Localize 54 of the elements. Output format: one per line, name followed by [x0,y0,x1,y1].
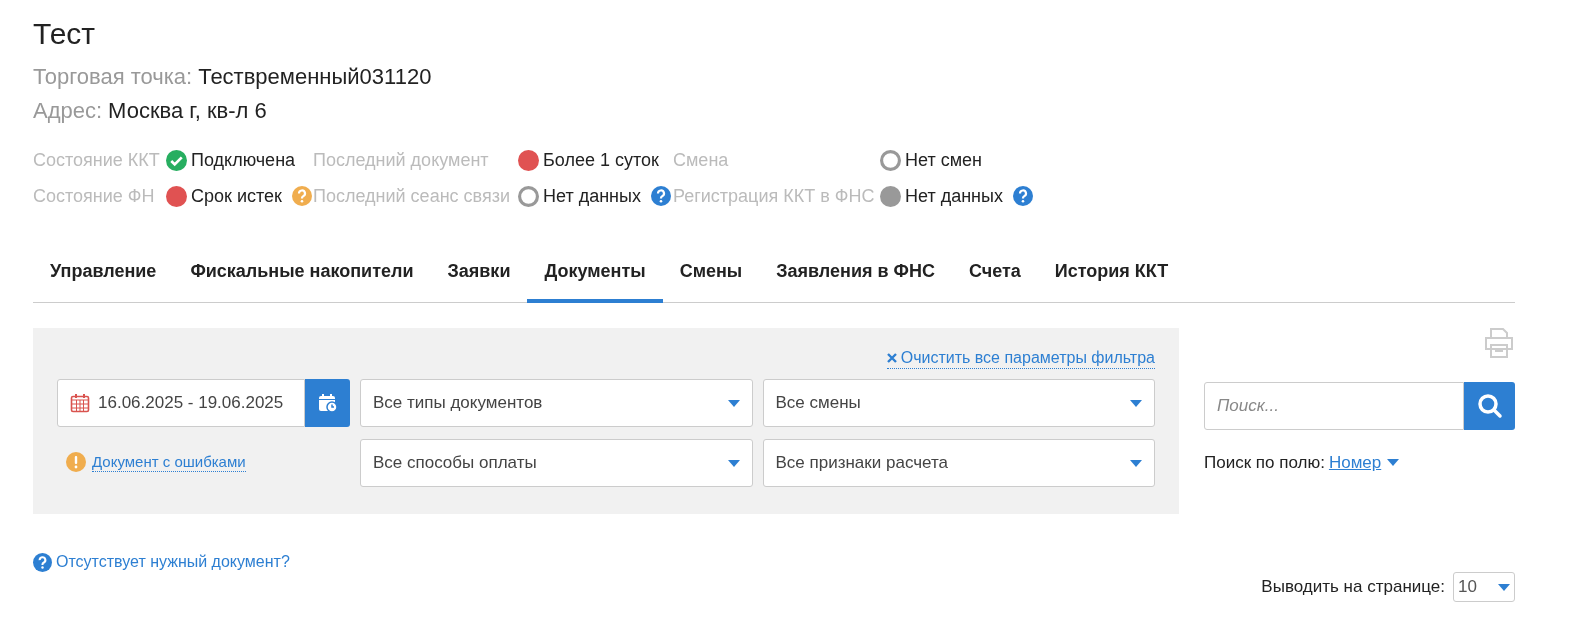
tab[interactable]: Управление [33,256,174,303]
filter-select[interactable]: Все способы оплаты [360,439,753,487]
page-size-select[interactable]: 10 [1453,572,1515,602]
caret-icon [1387,459,1400,467]
search-icon [1476,393,1503,419]
filter-select[interactable]: Все типы документов [360,379,753,427]
caret-icon [1130,459,1142,467]
missing-document-link[interactable]: Отсутствует нужный документ? [56,550,290,574]
search-field-label: Поиск по полю: [1204,452,1325,474]
info-label: Торговая точка: [33,63,193,91]
help-icon [33,552,52,572]
warning-icon [66,452,86,472]
status-label: Последний документ [313,149,489,172]
status-value: Нет данных [543,185,641,208]
filter-select[interactable]: Все смены [762,379,1155,427]
status-value: Более 1 суток [543,149,659,172]
search-field-dropdown[interactable]: Номер [1328,450,1400,476]
caret-icon [727,399,740,407]
status-label: Смена [673,149,729,172]
date-range-field[interactable]: 16.06.2025 - 19.06.2025 [57,379,305,427]
status-value: Подключена [191,149,296,172]
status-value: Нет данных [905,185,1003,208]
status-label: Последний сеанс связи [313,185,510,208]
tab[interactable]: Заявки [430,256,528,303]
page-title: Тест [33,16,96,52]
info-label: Адрес: [33,97,103,125]
tab[interactable]: Смены [662,256,760,303]
calendar-icon [70,393,90,413]
calendar-button[interactable] [305,379,350,427]
tab[interactable]: Заявления в ФНС [759,256,952,303]
tab[interactable]: Документы [527,256,663,303]
page-size-label: Выводить на странице: [1261,576,1445,599]
search-button[interactable] [1464,382,1515,430]
filter-select[interactable]: Все признаки расчета [762,439,1155,487]
caret-icon [1498,583,1510,591]
status-value: Нет смен [905,149,982,172]
status-label: Регистрация ККТ в ФНС [673,185,875,208]
status-label: Состояние ФН [33,185,155,208]
help-icon[interactable] [651,186,671,206]
clear-filter-link[interactable]: Очистить все параметры фильтра [886,348,1155,369]
status-label: Состояние ККТ [33,149,160,172]
calendar-clock-icon [317,393,338,413]
error-document-link[interactable]: Документ с ошибками [92,452,246,472]
caret-icon [727,459,740,467]
tab[interactable]: Счета [951,256,1038,303]
caret-icon [1130,399,1142,407]
tab[interactable]: Фискальные накопители [173,256,431,303]
info-value: Москва г, кв-л 6 [108,97,267,125]
close-icon [886,353,897,363]
info-value: Тествременный031120 [198,63,432,91]
help-icon[interactable] [1013,186,1033,206]
search-field[interactable]: Поиск... [1204,382,1464,430]
tab[interactable]: История ККТ [1037,256,1186,303]
status-value: Срок истек [191,185,282,208]
